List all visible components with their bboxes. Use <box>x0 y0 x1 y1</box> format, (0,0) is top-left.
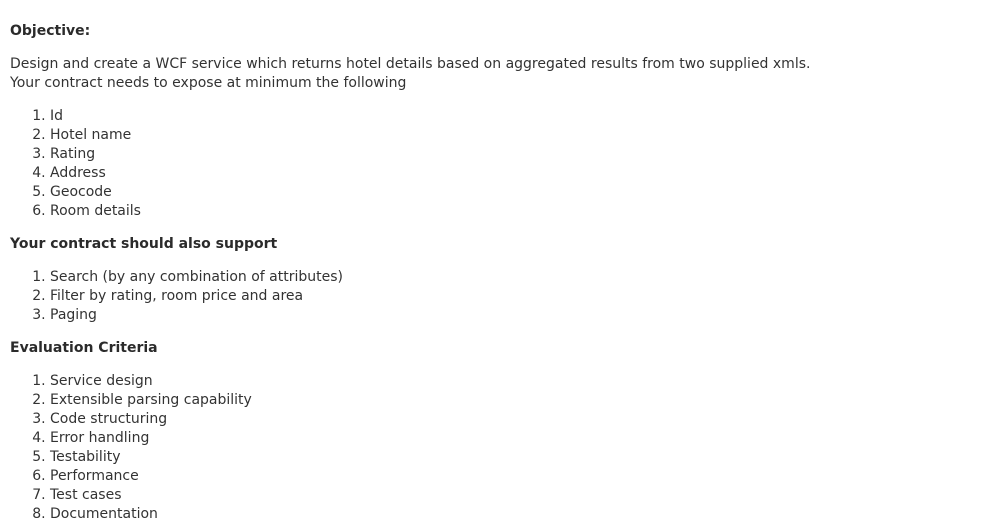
list-item: Test cases <box>50 486 990 505</box>
document-page: Objective: Design and create a WCF servi… <box>0 0 990 530</box>
list-item: Documentation <box>50 505 990 524</box>
evaluation-criteria-list: Service design Extensible parsing capabi… <box>10 372 990 524</box>
list-item: Error handling <box>50 429 990 448</box>
list-item: Room details <box>50 202 990 221</box>
contract-support-heading: Your contract should also support <box>10 236 278 252</box>
list-item: Hotel name <box>50 126 990 145</box>
objective-description: Design and create a WCF service which re… <box>10 56 811 91</box>
list-item: Geocode <box>50 183 990 202</box>
contract-support-list: Search (by any combination of attributes… <box>10 268 990 325</box>
list-item: Performance <box>50 467 990 486</box>
list-item: Testability <box>50 448 990 467</box>
list-item: Address <box>50 164 990 183</box>
contract-fields-list: Id Hotel name Rating Address Geocode Roo… <box>10 107 990 221</box>
objective-heading: Objective: <box>10 23 91 39</box>
list-item: Rating <box>50 145 990 164</box>
list-item: Code structuring <box>50 410 990 429</box>
list-item: Paging <box>50 306 990 325</box>
list-item: Service design <box>50 372 990 391</box>
list-item: Filter by rating, room price and area <box>50 287 990 306</box>
evaluation-heading: Evaluation Criteria <box>10 340 158 356</box>
list-item: Id <box>50 107 990 126</box>
list-item: Search (by any combination of attributes… <box>50 268 990 287</box>
list-item: Extensible parsing capability <box>50 391 990 410</box>
